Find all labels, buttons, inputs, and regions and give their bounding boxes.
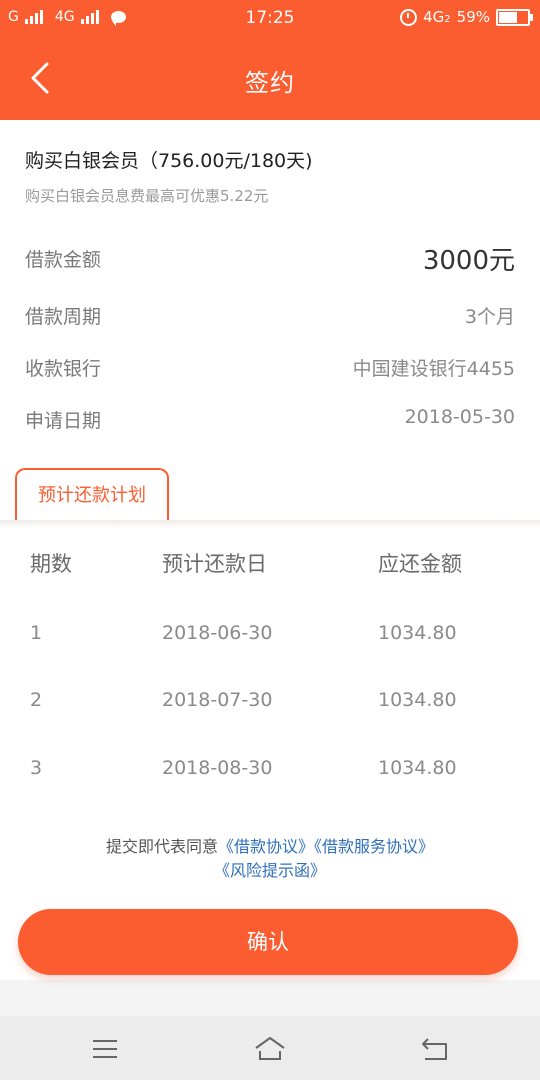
receiving-bank-value: 中国建设银行4455 [352,358,515,380]
period-cell: 3 [30,757,43,779]
membership-title: 购买白银会员（756.00元/180天) [25,150,313,172]
agreement-text-line2: 《风险提示函》 [0,857,540,881]
agreement-text: 提交即代表同意《借款协议》《借款服务协议》 [0,833,540,857]
loan-info-card: 购买白银会员（756.00元/180天) 购买白银会员息费最高可优惠5.22元 … [0,120,540,520]
amount-cell: 1034.80 [378,757,457,779]
amount-cell: 1034.80 [378,622,457,644]
risk-notice-link[interactable]: 《风险提示函》 [214,861,326,880]
header-amount: 应还金额 [378,552,462,576]
loan-period-value: 3个月 [464,306,515,328]
menu-icon [93,1040,117,1058]
back-nav-button[interactable] [418,1034,452,1064]
battery-percent: 59% [456,8,490,26]
home-button[interactable] [253,1034,287,1064]
membership-subtitle: 购买白银会员息费最高可优惠5.22元 [25,187,269,205]
amount-cell: 1034.80 [378,689,457,711]
period-cell: 1 [30,622,43,644]
home-icon [255,1037,285,1060]
due-date-cell: 2018-06-30 [162,622,273,644]
app-bar: 签约 [0,38,540,120]
loan-amount-label: 借款金额 [25,249,102,271]
status-bar: G 4G 17:25 4G2 59% [0,0,540,38]
receiving-bank-label: 收款银行 [25,358,102,380]
battery-fill [499,11,517,23]
network-type: 4G2 [423,8,451,26]
header-period: 期数 [30,552,72,576]
due-date-cell: 2018-07-30 [162,689,273,711]
loan-amount-value: 3000元 [422,246,515,276]
alarm-icon [400,8,418,26]
battery-icon [496,8,533,26]
header-due-date: 预计还款日 [162,552,267,576]
status-right: 4G2 59% [400,8,533,26]
agreement-prefix: 提交即代表同意 [105,837,218,856]
loan-service-agreement-link[interactable]: 《借款服务协议》 [314,837,434,856]
loan-period-label: 借款周期 [25,306,102,328]
confirm-button[interactable]: 确认 [18,909,518,975]
repayment-plan-table: 期数 预计还款日 应还金额 1 2018-06-30 1034.80 2 201… [0,520,540,820]
tab-repayment-plan[interactable]: 预计还款计划 [15,468,169,520]
page-title: 签约 [245,69,295,97]
due-date-cell: 2018-08-30 [162,757,273,779]
back-icon [422,1038,447,1060]
divider [0,520,540,528]
system-nav-bar [0,1016,540,1080]
apply-date-label: 申请日期 [25,410,102,432]
apply-date-value: 2018-05-30 [404,406,515,428]
agreement-section: 提交即代表同意《借款协议》《借款服务协议》 《风险提示函》 确认 [0,820,540,980]
loan-agreement-link[interactable]: 《借款协议》 [218,837,314,856]
menu-button[interactable] [88,1034,122,1064]
period-cell: 2 [30,689,43,711]
